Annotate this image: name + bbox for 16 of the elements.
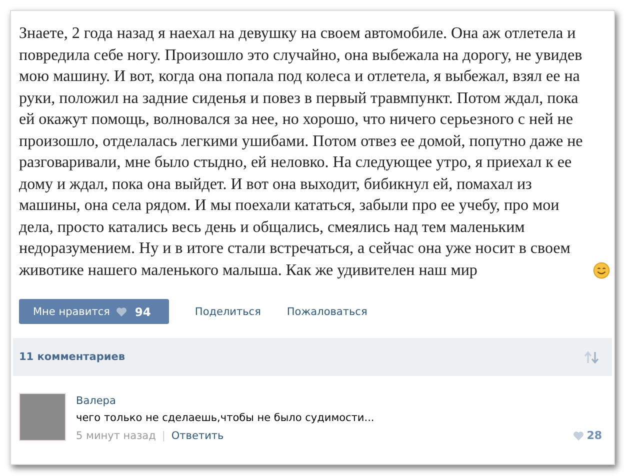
comment-time: 5 минут назад <box>76 430 156 442</box>
reply-link[interactable]: Ответить <box>171 430 224 442</box>
report-link[interactable]: Пожаловаться <box>286 306 368 318</box>
heart-icon <box>572 430 584 440</box>
smiley-icon <box>593 262 610 279</box>
comments-count: 11 комментариев <box>19 351 125 363</box>
separator: | <box>162 430 166 442</box>
comment-author[interactable]: Валера <box>76 395 602 407</box>
like-button[interactable]: Мне нравится 94 <box>19 299 169 324</box>
sort-icon[interactable] <box>584 350 600 364</box>
avatar-placeholder <box>19 393 66 441</box>
comment-like-count: 28 <box>586 429 602 442</box>
heart-icon <box>116 306 127 316</box>
post-text: Знаете, 2 года назад я наехал на девушку на своем автомобиле. Она аж отлетела и повредила себе ногу. Произошло это случайно, она выбежала на дорогу, не увидев мою машину. И вот, когда она попала под колеса и отлетела, я выбежал, взял ее на руки, положил на задние сиденья и повез в первый травмпункт. Потом ждал, пока ей окажут помощь, волновался за нее, но хорошо, что ничего серьезного с ней не произошло, отделалась легкими ушибами. Потом отвез ее домой, попутно даже не разговаривали, мне было стыдно, ей неловко. На следующее утро, я приехал к ее дому и ждал, пока она выйдет. И вот она выходит, бибикнул ей, помахал из машины, она села рядом. И мы поехали кататься, забыли про ее учебу, про мои дела, просто катались весь день и общались, смеялись над тем маленьким недоразумением. Ну и в итоге стали встречаться, а сейчас она уже носит в своем животике нашего маленького малыша. Как же удивителен наш мир <box>19 24 584 280</box>
comment-text: чего только не сделаешь,чтобы не было судимости... <box>76 412 376 424</box>
share-link[interactable]: Поделиться <box>194 306 261 318</box>
